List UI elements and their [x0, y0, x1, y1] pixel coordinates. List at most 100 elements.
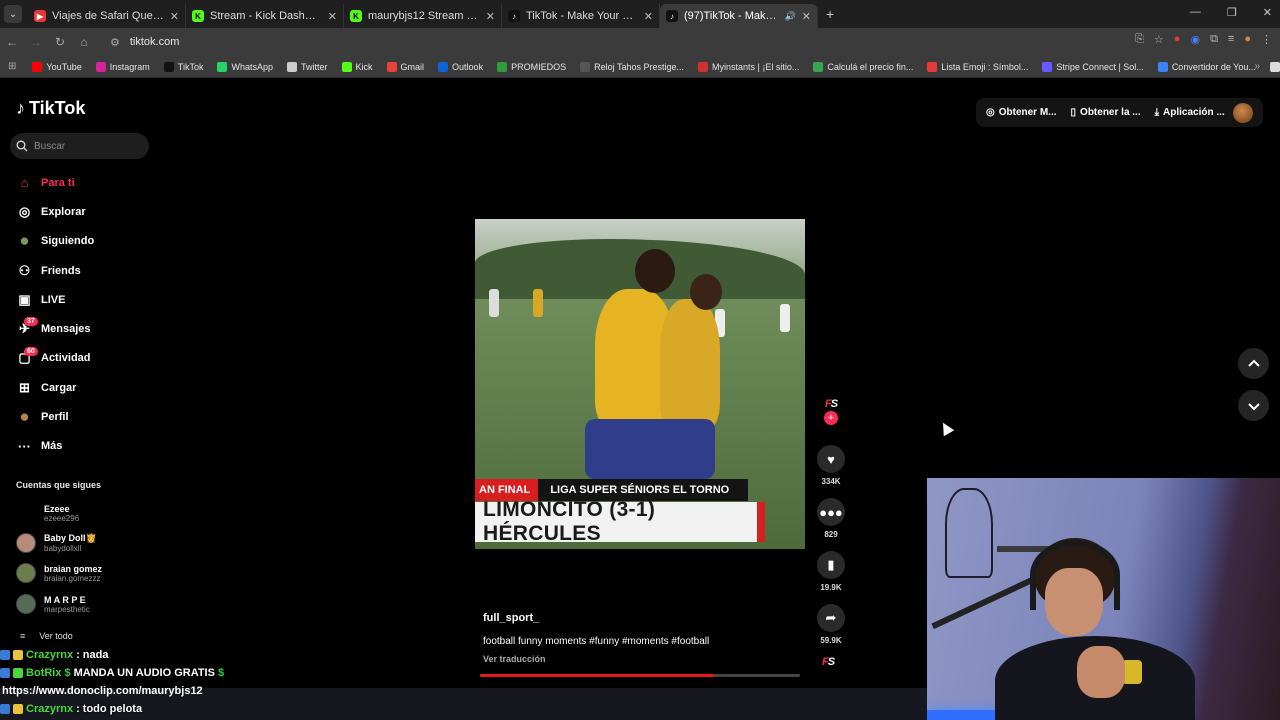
video-author[interactable]: full_sport_ [483, 612, 539, 624]
sidebar-item-live[interactable]: ▣ LIVE [16, 285, 94, 314]
bookmark-item[interactable]: Gmail [383, 61, 431, 72]
bookmark-item[interactable]: PROMIEDOS [493, 61, 572, 72]
maximize-icon[interactable]: ❐ [1227, 6, 1237, 19]
tab-close-icon[interactable]: ✕ [486, 10, 495, 23]
back-icon[interactable]: ← [0, 35, 24, 49]
bookmark-item[interactable]: Instagram [92, 61, 156, 72]
browser-tab[interactable]: ▶ Viajes de Safari Que Salieron Te ✕ [28, 4, 186, 28]
previous-video-button[interactable] [1238, 348, 1269, 379]
more-bookmarks-icon[interactable]: » [1254, 61, 1260, 72]
following-account[interactable]: M A R P Emarpesthetic [16, 594, 90, 614]
tab-close-icon[interactable]: ✕ [328, 10, 337, 23]
chat-link[interactable]: https://www.donoclip.com/maurybjs12 [0, 682, 420, 700]
forward-icon[interactable]: → [24, 35, 48, 49]
bookmark-favicon-icon [95, 61, 106, 72]
browser-menu-icon[interactable]: ⋮ [1261, 33, 1272, 46]
tab-audio-icon[interactable]: 🔊 [785, 11, 796, 22]
install-app-icon[interactable]: ⎘ [1135, 33, 1144, 46]
share-icon[interactable]: ➦ [817, 604, 845, 632]
sidebar-item-actividad[interactable]: ▢ Actividad 60 [16, 344, 94, 373]
bookmark-item[interactable]: Convertidor de You... [1154, 61, 1262, 72]
user-avatar[interactable] [1233, 103, 1253, 123]
heart-icon[interactable]: ♥ [817, 445, 845, 473]
close-window-icon[interactable]: ✕ [1263, 6, 1272, 19]
bookmark-item[interactable]: Stripe Connect | Sol... [1038, 61, 1149, 72]
tab-close-icon[interactable]: ✕ [170, 10, 179, 23]
creator-avatar[interactable]: FS [825, 398, 838, 410]
bookmark-label: Reloj Tahos Prestige... [594, 61, 684, 72]
reading-list-icon[interactable]: ≡ [1228, 33, 1234, 46]
browser-tab[interactable]: ♪ (97)TikTok - Make Your Day 🔊 ✕ [660, 4, 818, 28]
home-browser-icon[interactable]: ⌂ [72, 35, 96, 49]
bookmark-item[interactable]: Panzoid [1266, 61, 1280, 72]
share-action[interactable]: ➦ 59.9K [817, 604, 845, 645]
translate-button[interactable]: Ver traducción [483, 654, 546, 664]
sidebar-item-label: Actividad [41, 352, 91, 365]
bookmark-item[interactable]: Kick [338, 61, 379, 72]
browser-tab[interactable]: K Stream - Kick Dashboard ✕ [186, 4, 344, 28]
reload-icon[interactable]: ↻ [48, 35, 72, 49]
sidebar-item-parati[interactable]: ⌂ Para ti [16, 168, 94, 197]
see-all-button[interactable]: ≡ Ver todo [20, 631, 73, 641]
following-account[interactable]: Ezeee ezeee296 [16, 503, 79, 523]
bookmark-item[interactable]: Lista Emoji : Símbol... [923, 61, 1034, 72]
next-video-button[interactable] [1238, 390, 1269, 421]
tiktok-note-icon: ♪ [16, 98, 25, 118]
sidebar-item-label: LIVE [41, 293, 66, 306]
top-action-button[interactable]: ▯ Obtener la ... [1071, 107, 1141, 118]
sidebar-item-perfil[interactable]: ● Perfil [16, 402, 94, 431]
tab-close-icon[interactable]: ✕ [644, 10, 653, 23]
url-field[interactable]: ⚙ tiktok.com [110, 31, 179, 53]
bookmark-item[interactable]: WhatsApp [213, 61, 279, 72]
profile-icon[interactable]: ● [1244, 33, 1251, 46]
bookmark-label: Stripe Connect | Sol... [1056, 61, 1144, 72]
following-account-handle: babydollxll [44, 544, 82, 553]
bookmark-item[interactable]: Reloj Tahos Prestige... [576, 61, 690, 72]
bookmark-item[interactable]: YouTube [28, 61, 87, 72]
bookmark-item[interactable]: Calculá el precio fin... [809, 61, 919, 72]
sidebar-item-siguiendo[interactable]: ● Siguiendo [16, 227, 94, 256]
site-settings-icon[interactable]: ⚙ [110, 36, 120, 49]
browser-tab[interactable]: ♪ TikTok - Make Your Day ✕ [502, 4, 660, 28]
save-action[interactable]: ▮ 19.9K [817, 551, 845, 592]
apps-grid-icon[interactable]: ⊞ [8, 61, 16, 72]
bookmark-item[interactable]: Myinstants | ¡El sitio... [694, 61, 805, 72]
like-action[interactable]: ♥ 334K [817, 445, 845, 486]
sidebar-item-ms[interactable]: ··· Más [16, 432, 94, 461]
video-progress-bar[interactable] [480, 674, 800, 677]
bookmark-item[interactable]: Twitter [283, 61, 334, 72]
sidebar-item-label: Para ti [41, 176, 75, 189]
top-action-button[interactable]: ◎ Obtener M... [986, 107, 1057, 118]
tiktok-logo[interactable]: ♪ TikTok [16, 98, 85, 119]
following-account[interactable]: braian gomez braian.gomezzz [16, 563, 102, 583]
sidebar-item-explorar[interactable]: ◎ Explorar [16, 197, 94, 226]
sidebar-item-label: Cargar [41, 381, 77, 394]
bookmark-star-icon[interactable]: ☆ [1154, 33, 1164, 46]
comment-action[interactable]: ●●● 829 [817, 498, 845, 539]
minimize-icon[interactable]: — [1190, 6, 1201, 19]
extension-sound-icon[interactable]: ◉ [1190, 33, 1200, 46]
tab-close-icon[interactable]: ✕ [802, 10, 811, 23]
sound-disc-icon[interactable]: FS [822, 656, 835, 668]
bookmark-item[interactable]: Outlook [434, 61, 489, 72]
comment-icon[interactable]: ●●● [817, 498, 845, 526]
extension-red-icon[interactable]: ● [1174, 33, 1181, 46]
video-player-head-2 [690, 274, 722, 310]
video-player[interactable]: AN FINAL LIGA SUPER SÉNIORS EL TORNO LIM… [475, 219, 805, 549]
extensions-icon[interactable]: ⧉ [1210, 33, 1218, 46]
bookmark-item[interactable]: TikTok [160, 61, 210, 72]
bookmark-label: Myinstants | ¡El sitio... [711, 61, 800, 72]
address-bar-actions: ⎘ ☆ ● ◉ ⧉ ≡ ● ⋮ [1135, 33, 1272, 46]
bookmark-icon[interactable]: ▮ [817, 551, 845, 579]
browser-tab[interactable]: Kmaurybjs12 Stream - Watch Live ✕ [344, 4, 502, 28]
search-input[interactable]: Buscar [10, 133, 149, 159]
sidebar-item-cargar[interactable]: ⊞ Cargar [16, 373, 94, 402]
sidebar-item-friends[interactable]: ⚇ Friends [16, 256, 94, 285]
top-action-button[interactable]: ⤓ Aplicación ... [1155, 107, 1225, 118]
tab-search-icon[interactable]: ⌄ [4, 5, 22, 23]
following-account[interactable]: Baby Doll👸 babydollxll [16, 533, 97, 553]
follow-plus-button[interactable]: + [824, 411, 838, 425]
sidebar-item-mensajes[interactable]: ✈ Mensajes 37 [16, 314, 94, 343]
new-tab-icon[interactable]: + [826, 6, 834, 22]
bookmark-favicon-icon [32, 61, 43, 72]
